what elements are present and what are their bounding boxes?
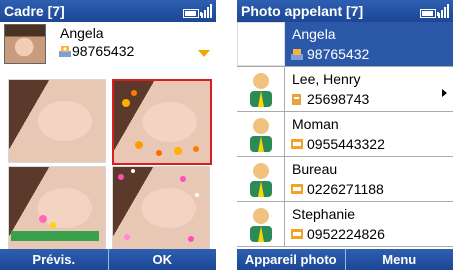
default-avatar <box>237 202 285 246</box>
softkey-bar: Appareil photo Menu <box>237 249 453 270</box>
battery-icon <box>420 9 439 18</box>
status-icons <box>183 4 212 18</box>
title-bar: Photo appelant [7] <box>237 0 453 22</box>
signal-icon <box>201 4 212 18</box>
contact-number: 0955443322 <box>307 136 385 152</box>
list-item[interactable]: Lee, Henry 25698743 <box>237 67 453 112</box>
chevron-down-icon[interactable] <box>198 50 210 57</box>
status-icons <box>420 4 449 18</box>
contact-number: 25698743 <box>307 91 370 107</box>
list-item[interactable]: Moman 0955443322 <box>237 112 453 157</box>
battery-icon <box>183 9 202 18</box>
contact-name: Moman <box>292 116 339 132</box>
contact-number: 98765432 <box>72 43 135 59</box>
hearts-decoration <box>122 90 199 156</box>
list-item[interactable]: Angela 98765432 <box>237 22 453 67</box>
frame-thumbnail-3[interactable] <box>8 166 106 250</box>
list-item[interactable]: Bureau 0226271188 <box>237 157 453 202</box>
default-avatar <box>237 157 285 201</box>
signal-icon <box>438 4 449 18</box>
title-bar: Cadre [7] <box>0 0 216 22</box>
contact-phone-icon <box>59 46 71 57</box>
sim-card-icon <box>291 184 303 194</box>
sim-card-icon <box>291 139 303 149</box>
phonebook-icon <box>292 94 301 105</box>
default-avatar <box>237 67 285 111</box>
frame-thumbnail-4[interactable] <box>112 166 210 250</box>
person-icon <box>250 118 272 152</box>
contact-number: 0952224826 <box>307 226 385 242</box>
sparkle-decoration <box>118 169 199 242</box>
avatar <box>4 24 46 64</box>
contact-phone-icon <box>291 49 303 60</box>
chevron-right-icon[interactable] <box>442 89 447 97</box>
frame-thumbnail-1[interactable] <box>8 79 106 163</box>
contact-name: Angela <box>292 26 336 42</box>
preview-softkey[interactable]: Prévis. <box>0 249 108 270</box>
caller-photo-screen: Photo appelant [7] Angela 98765432 Lee, … <box>237 0 453 270</box>
person-icon <box>250 73 272 107</box>
contact-summary[interactable]: Angela 98765432 <box>0 22 216 64</box>
contact-name: Stephanie <box>292 206 356 222</box>
menu-softkey[interactable]: Menu <box>346 249 453 270</box>
ok-softkey[interactable]: OK <box>109 249 217 270</box>
contact-number: 0226271188 <box>307 181 384 197</box>
softkey-bar: Prévis. OK <box>0 249 216 270</box>
screen-title: Photo appelant [7] <box>241 3 364 19</box>
frame-thumbnail-2[interactable] <box>112 79 212 165</box>
contact-name: Angela <box>60 25 104 41</box>
sim-card-icon <box>291 229 303 239</box>
avatar <box>237 22 285 66</box>
person-icon <box>250 208 272 242</box>
contact-name: Lee, Henry <box>292 71 361 87</box>
person-icon <box>250 163 272 197</box>
contact-number: 98765432 <box>307 46 370 62</box>
contact-name: Bureau <box>292 161 338 177</box>
camera-softkey[interactable]: Appareil photo <box>237 249 345 270</box>
list-item[interactable]: Stephanie 0952224826 <box>237 202 453 247</box>
frame-picker-screen: Cadre [7] Angela 98765432 Prévis. OK <box>0 0 216 270</box>
default-avatar <box>237 112 285 156</box>
flowers-decoration <box>11 215 99 241</box>
screen-title: Cadre [7] <box>4 3 65 19</box>
